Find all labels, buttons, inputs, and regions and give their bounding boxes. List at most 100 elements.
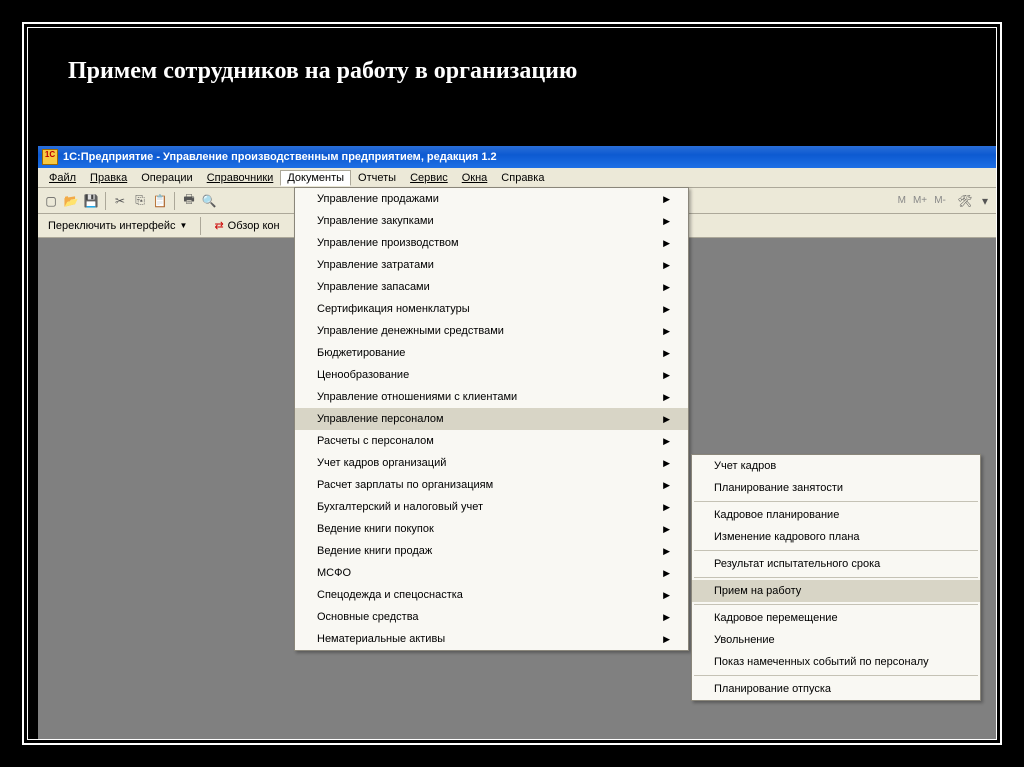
- menu-separator: [694, 501, 978, 502]
- menu-item-label: Нематериальные активы: [317, 633, 445, 645]
- new-icon[interactable]: ▢: [42, 192, 60, 210]
- switch-interface-label: Переключить интерфейс: [48, 220, 176, 232]
- documents-menu-item[interactable]: Сертификация номенклатуры▶: [295, 298, 688, 320]
- menu-item-label: Спецодежда и спецоснастка: [317, 589, 463, 601]
- menu-file[interactable]: Файл: [42, 170, 83, 186]
- menu-edit[interactable]: Правка: [83, 170, 134, 186]
- submenu-arrow-icon: ▶: [663, 502, 670, 513]
- menu-item-label: Расчеты с персоналом: [317, 435, 434, 447]
- paste-icon[interactable]: 📋: [151, 192, 169, 210]
- title-bar: 1С 1С:Предприятие - Управление производс…: [38, 146, 997, 168]
- submenu-arrow-icon: ▶: [663, 458, 670, 469]
- tools-icon[interactable]: 🛠: [956, 192, 974, 210]
- documents-menu-item[interactable]: Ценообразование▶: [295, 364, 688, 386]
- menu-item-label: Управление затратами: [317, 259, 434, 271]
- documents-menu-item[interactable]: Бухгалтерский и налоговый учет ▶: [295, 496, 688, 518]
- personnel-submenu-item[interactable]: Показ намеченных событий по персоналу: [692, 651, 980, 673]
- documents-menu-item[interactable]: Управление производством▶: [295, 232, 688, 254]
- submenu-item-label: Кадровое перемещение: [714, 612, 838, 624]
- menu-item-label: Управление закупками: [317, 215, 434, 227]
- switch-interface-button[interactable]: Переключить интерфейс ▼: [42, 218, 193, 234]
- menu-item-label: МСФО: [317, 567, 351, 579]
- personnel-submenu-item[interactable]: Планирование занятости: [692, 477, 980, 499]
- personnel-submenu-item[interactable]: Результат испытательного срока: [692, 553, 980, 575]
- documents-menu-item[interactable]: Управление персоналом ▶: [295, 408, 688, 430]
- personnel-submenu-item[interactable]: Кадровое перемещение: [692, 607, 980, 629]
- m-minus-button[interactable]: M-: [934, 195, 946, 206]
- menu-item-label: Управление персоналом: [317, 413, 444, 425]
- submenu-arrow-icon: ▶: [663, 282, 670, 293]
- preview-icon[interactable]: 🔍: [200, 192, 218, 210]
- slide-frame-inner: Примем сотрудников на работу в организац…: [27, 27, 997, 740]
- app-icon: 1С: [42, 149, 58, 165]
- documents-menu-item[interactable]: Спецодежда и спецоснастка ▶: [295, 584, 688, 606]
- menu-windows[interactable]: Окна: [455, 170, 495, 186]
- window-title: 1С:Предприятие - Управление производстве…: [63, 151, 497, 163]
- menu-item-label: Управление продажами: [317, 193, 439, 205]
- slide-frame-outer: Примем сотрудников на работу в организац…: [22, 22, 1002, 745]
- documents-menu-item[interactable]: Расчеты с персоналом▶: [295, 430, 688, 452]
- documents-menu-item[interactable]: Управление отношениями с клиентами▶: [295, 386, 688, 408]
- m-button[interactable]: M: [898, 195, 906, 206]
- menu-service[interactable]: Сервис: [403, 170, 455, 186]
- submenu-arrow-icon: ▶: [663, 634, 670, 645]
- personnel-submenu-item[interactable]: Планирование отпуска: [692, 678, 980, 700]
- submenu-item-label: Прием на работу: [714, 585, 801, 597]
- submenu-arrow-icon: ▶: [663, 568, 670, 579]
- menu-bar: Файл Правка Операции Справочники Докумен…: [38, 168, 997, 188]
- documents-menu-item[interactable]: Управление закупками ▶: [295, 210, 688, 232]
- menu-reports[interactable]: Отчеты: [351, 170, 403, 186]
- submenu-arrow-icon: ▶: [663, 238, 670, 249]
- personnel-submenu-item[interactable]: Учет кадров: [692, 455, 980, 477]
- submenu-item-label: Результат испытательного срока: [714, 558, 880, 570]
- menu-item-label: Учет кадров организаций: [317, 457, 446, 469]
- personnel-submenu-item[interactable]: Изменение кадрового плана: [692, 526, 980, 548]
- cut-icon[interactable]: ✂: [111, 192, 129, 210]
- menu-item-label: Управление отношениями с клиентами: [317, 391, 517, 403]
- print-icon[interactable]: 🖶: [180, 192, 198, 210]
- personnel-submenu-item[interactable]: Прием на работу: [692, 580, 980, 602]
- menu-operations[interactable]: Операции: [134, 170, 199, 186]
- documents-menu-item[interactable]: Бюджетирование▶: [295, 342, 688, 364]
- documents-menu-item[interactable]: Управление денежными средствами▶: [295, 320, 688, 342]
- submenu-arrow-icon: ▶: [663, 414, 670, 425]
- submenu-item-label: Кадровое планирование: [714, 509, 839, 521]
- m-plus-button[interactable]: M+: [913, 195, 927, 206]
- copy-icon[interactable]: ⎘: [131, 192, 149, 210]
- documents-menu-item[interactable]: Ведение книги покупок▶: [295, 518, 688, 540]
- submenu-arrow-icon: ▶: [663, 194, 670, 205]
- menu-item-label: Ведение книги продаж: [317, 545, 432, 557]
- documents-menu-item[interactable]: МСФО ▶: [295, 562, 688, 584]
- documents-menu-item[interactable]: Основные средства▶: [295, 606, 688, 628]
- menu-item-label: Ценообразование: [317, 369, 409, 381]
- personnel-submenu-item[interactable]: Увольнение: [692, 629, 980, 651]
- documents-menu-item[interactable]: Нематериальные активы ▶: [295, 628, 688, 650]
- submenu-arrow-icon: ▶: [663, 326, 670, 337]
- menu-help[interactable]: Справка: [494, 170, 551, 186]
- open-icon[interactable]: 📂: [62, 192, 80, 210]
- slide-title: Примем сотрудников на работу в организац…: [28, 28, 996, 105]
- menu-separator: [694, 577, 978, 578]
- submenu-arrow-icon: ▶: [663, 216, 670, 227]
- documents-menu-item[interactable]: Управление запасами▶: [295, 276, 688, 298]
- submenu-arrow-icon: ▶: [663, 590, 670, 601]
- documents-menu-item[interactable]: Расчет зарплаты по организациям ▶: [295, 474, 688, 496]
- menu-documents[interactable]: Документы: [280, 170, 351, 186]
- overview-button[interactable]: ⇄ Обзор кон: [208, 217, 285, 234]
- overview-label: Обзор кон: [228, 220, 280, 232]
- separator: [174, 192, 175, 210]
- submenu-arrow-icon: ▶: [663, 348, 670, 359]
- documents-menu-item[interactable]: Учет кадров организаций ▶: [295, 452, 688, 474]
- save-icon[interactable]: 💾: [82, 192, 100, 210]
- submenu-arrow-icon: ▶: [663, 480, 670, 491]
- menu-item-label: Расчет зарплаты по организациям: [317, 479, 493, 491]
- menu-item-label: Бухгалтерский и налоговый учет: [317, 501, 483, 513]
- menu-separator: [694, 604, 978, 605]
- dropdown-icon[interactable]: ▾: [976, 192, 994, 210]
- personnel-submenu-item[interactable]: Кадровое планирование: [692, 504, 980, 526]
- menu-catalogs[interactable]: Справочники: [200, 170, 281, 186]
- documents-menu-item[interactable]: Управление затратами▶: [295, 254, 688, 276]
- documents-menu-item[interactable]: Ведение книги продаж▶: [295, 540, 688, 562]
- documents-menu-item[interactable]: Управление продажами ▶: [295, 188, 688, 210]
- submenu-item-label: Изменение кадрового плана: [714, 531, 860, 543]
